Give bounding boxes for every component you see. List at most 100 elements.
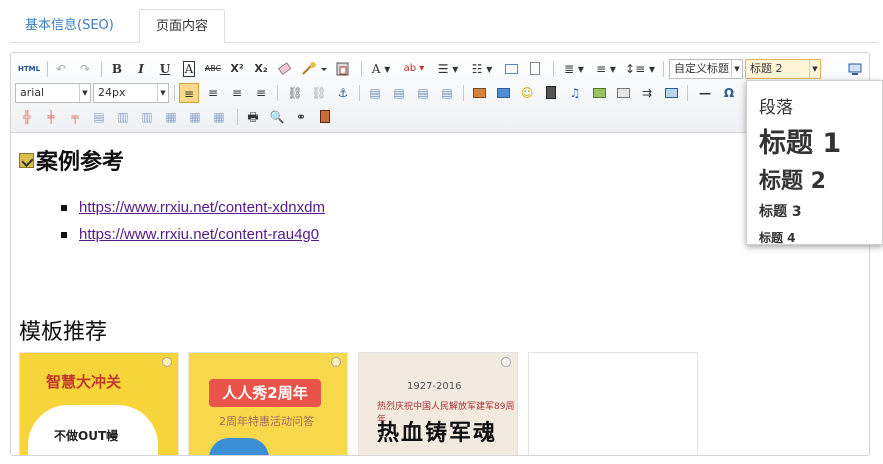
eraser-icon[interactable] — [275, 59, 295, 79]
toolbar-row-2: arial ▼ 24px ▼ ≡ ≡ ≡ ≡ ⛓ ⛓ ⚓ ▤ ▤ ▤ ▤ ☺ ♫ ⇉ — [11, 82, 869, 106]
pagebreak-icon[interactable]: ⇉ — [637, 83, 657, 103]
delete-row-icon[interactable]: ▤ — [89, 107, 109, 127]
line-height-icon[interactable]: ↕≡ ▾ — [623, 59, 657, 79]
highlight-color-icon[interactable]: ab ▾ — [399, 59, 429, 79]
bold-button[interactable]: B — [107, 59, 127, 79]
delete-col-icon[interactable]: ▥ — [137, 107, 157, 127]
image-none-icon[interactable]: ▤ — [365, 83, 385, 103]
map-icon[interactable] — [613, 83, 633, 103]
card-badge-icon — [501, 357, 511, 367]
template-icon[interactable] — [661, 83, 681, 103]
special-chars-button[interactable]: Ω — [719, 83, 739, 103]
toolbar-separator — [174, 85, 175, 101]
card-calligraphy: 热血铸军魂 — [377, 420, 498, 446]
subscript-button[interactable]: X₂ — [251, 59, 271, 79]
draft-icon[interactable] — [315, 107, 335, 127]
case-link-1[interactable]: https://www.rrxiu.net/content-xdnxdm — [79, 199, 325, 216]
case-link-2[interactable]: https://www.rrxiu.net/content-rau4g0 — [79, 226, 319, 243]
unordered-list-icon[interactable]: ☷ ▾ — [467, 59, 497, 79]
chevron-down-icon: ▼ — [731, 60, 742, 78]
print-icon[interactable]: 🖶 — [243, 107, 263, 127]
redo-icon[interactable]: ↷ — [75, 59, 95, 79]
font-color-label: A — [371, 62, 381, 76]
list-item: https://www.rrxiu.net/content-rau4g0 — [61, 221, 325, 248]
template-card[interactable]: 1927-2016 热烈庆祝中国人民解放军建军89周年 热血铸军魂 — [358, 352, 518, 455]
custom-title-select[interactable]: 自定义标题 ▼ — [669, 59, 743, 79]
font-color-button[interactable]: A ▾ — [367, 59, 395, 79]
format-option-heading-3[interactable]: 标题 3 — [759, 201, 802, 221]
strikethrough-button[interactable]: ABC — [203, 59, 223, 79]
insert-image-icon[interactable] — [493, 83, 513, 103]
search-replace-icon[interactable]: ⚭ — [291, 107, 311, 127]
chevron-down-icon: ▼ — [809, 60, 820, 78]
emotion-icon[interactable]: ☺ — [517, 83, 537, 103]
list-item: https://www.rrxiu.net/content-xdnxdm — [61, 194, 325, 221]
toolbar-separator — [687, 85, 688, 101]
attachment-icon[interactable] — [589, 83, 609, 103]
tab-page-content[interactable]: 页面内容 — [139, 9, 225, 43]
align-left-icon[interactable]: ≡ — [179, 83, 199, 103]
image-left-icon[interactable]: ▤ — [389, 83, 409, 103]
toolbar-separator — [359, 85, 360, 101]
insert-table-icon[interactable]: ╬ — [17, 107, 37, 127]
editor-content[interactable]: 案例参考 https://www.rrxiu.net/content-xdnxd… — [11, 134, 869, 455]
italic-button[interactable]: I — [131, 59, 151, 79]
unlink-icon[interactable]: ⛓ — [309, 83, 329, 103]
align-center-icon[interactable]: ≡ — [203, 83, 223, 103]
editor-toolbar: HTML ↶ ↷ B I U A ABC X² X₂ A ▾ ab ▾ ☰ ▾ … — [11, 53, 869, 133]
row-spacing-bottom-icon[interactable]: ≡ ▾ — [591, 59, 621, 79]
align-justify-icon[interactable]: ≡ — [251, 83, 271, 103]
merge-right-icon[interactable]: ▦ — [185, 107, 205, 127]
select-all-icon[interactable] — [501, 59, 521, 79]
superscript-button[interactable]: X² — [227, 59, 247, 79]
tab-basic-info-seo[interactable]: 基本信息(SEO) — [10, 9, 129, 43]
paste-plain-icon[interactable] — [333, 59, 353, 79]
paragraph-format-select[interactable]: 标题 2 ▼ — [745, 59, 821, 79]
card-badge-icon — [162, 357, 172, 367]
toolbar-row-3: ╬ ╪ ╤ ▤ ▥ ▥ ▦ ▦ ▦ 🖶 🔍 ⚭ — [11, 106, 869, 130]
auto-format-icon[interactable] — [299, 59, 329, 79]
format-option-heading-1[interactable]: 标题 1 — [759, 121, 841, 160]
preview-icon[interactable]: 🔍 — [267, 107, 287, 127]
font-size-select[interactable]: 24px ▼ — [93, 83, 169, 103]
image-right-icon[interactable]: ▤ — [413, 83, 433, 103]
underline-button[interactable]: U — [155, 59, 175, 79]
decorative-shape — [209, 438, 269, 455]
merge-down-icon[interactable]: ▦ — [209, 107, 229, 127]
music-icon[interactable]: ♫ — [565, 83, 585, 103]
merge-cells-icon[interactable]: ▦ — [161, 107, 181, 127]
link-icon[interactable]: ⛓ — [285, 83, 305, 103]
tab-bar: 基本信息(SEO) 页面内容 — [10, 9, 878, 43]
horizontal-rule-button[interactable]: — — [695, 83, 715, 103]
format-option-heading-2[interactable]: 标题 2 — [759, 163, 826, 195]
source-html-button[interactable]: HTML — [17, 59, 41, 79]
fullscreen-icon[interactable] — [845, 59, 865, 79]
template-card[interactable] — [528, 352, 698, 455]
toolbar-separator — [463, 85, 464, 101]
toolbar-row-1: HTML ↶ ↷ B I U A ABC X² X₂ A ▾ ab ▾ ☰ ▾ … — [11, 58, 869, 82]
font-size-value: 24px — [98, 86, 126, 99]
clear-document-icon[interactable] — [525, 59, 545, 79]
delete-table-icon[interactable]: ╪ — [41, 107, 61, 127]
format-option-paragraph[interactable]: 段落 — [759, 93, 793, 118]
font-family-select[interactable]: arial ▼ — [15, 83, 91, 103]
template-card[interactable]: 智慧大冲关 不做OUT幔 — [19, 352, 179, 455]
insert-row-icon[interactable]: ╤ — [65, 107, 85, 127]
toolbar-separator — [277, 85, 278, 101]
insert-col-icon[interactable]: ▥ — [113, 107, 133, 127]
template-card[interactable]: 人人秀2周年 2周年特惠活动问答 — [188, 352, 348, 455]
font-border-button[interactable]: A — [182, 61, 196, 77]
anchor-icon[interactable]: ⚓ — [333, 83, 353, 103]
paragraph-format-dropdown: 段落 标题 1 标题 2 标题 3 标题 4 — [746, 80, 883, 245]
image-center-icon[interactable]: ▤ — [437, 83, 457, 103]
undo-icon[interactable]: ↶ — [51, 59, 71, 79]
simple-upload-icon[interactable] — [469, 83, 489, 103]
align-right-icon[interactable]: ≡ — [227, 83, 247, 103]
row-spacing-top-icon[interactable]: ≣ ▾ — [559, 59, 589, 79]
template-heading: 模板推荐 — [19, 320, 108, 345]
toolbar-separator — [361, 61, 362, 77]
insert-video-icon[interactable] — [541, 83, 561, 103]
ordered-list-icon[interactable]: ☰ ▾ — [433, 59, 463, 79]
anchor-flag-icon — [19, 153, 34, 168]
format-option-heading-4[interactable]: 标题 4 — [759, 229, 796, 244]
